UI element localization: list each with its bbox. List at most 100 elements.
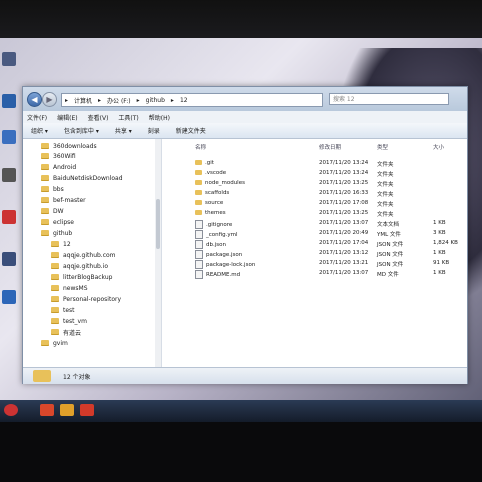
include-in-library-button[interactable]: 包含到库中 ▾ — [64, 126, 99, 135]
search-input[interactable]: 搜索 12 — [329, 93, 449, 105]
folder-icon — [41, 143, 49, 149]
monitor-bezel-bottom — [0, 422, 482, 482]
folder-icon: ▸ — [65, 96, 69, 104]
nav-item[interactable]: aqqje.github.io — [51, 261, 108, 271]
breadcrumb-github[interactable]: github — [143, 97, 168, 104]
column-header-type[interactable]: 类型 — [377, 143, 388, 153]
new-folder-button[interactable]: 新建文件夹 — [176, 126, 206, 135]
share-button[interactable]: 共享 ▾ — [115, 126, 132, 135]
folder-icon — [41, 197, 49, 203]
organize-button[interactable]: 组织 ▾ — [31, 126, 48, 135]
file-row[interactable]: scaffolds 2017/11/20 16:33 文件夹 — [163, 189, 453, 199]
folder-icon — [195, 200, 202, 205]
menu-tools[interactable]: 工具(T) — [118, 113, 138, 122]
address-bar[interactable]: ▸ 计算机 ▸ 办公 (F:) ▸ github ▸ 12 — [61, 93, 323, 107]
desktop-icon[interactable] — [2, 290, 16, 304]
nav-item[interactable]: Personal-repository — [51, 294, 121, 304]
folder-icon — [41, 164, 49, 170]
nav-item[interactable]: BaiduNetdiskDownload — [41, 173, 123, 183]
explorer-window: ◀ ▶ ▸ 计算机 ▸ 办公 (F:) ▸ github ▸ 12 搜索 12 文件(… — [22, 86, 468, 384]
file-icon — [195, 240, 203, 249]
desktop-icon[interactable] — [2, 130, 16, 144]
nav-item[interactable]: 360Wifi — [41, 151, 76, 161]
file-icon — [195, 250, 203, 259]
nav-item[interactable]: eclipse — [41, 217, 74, 227]
nav-item[interactable]: test_vm — [51, 316, 87, 326]
nav-item[interactable]: Android — [41, 162, 76, 172]
desktop-icon[interactable] — [2, 252, 16, 266]
start-button[interactable] — [4, 404, 18, 416]
file-row[interactable]: .gitignore 2017/11/20 13:07 文本文档 1 KB — [163, 219, 453, 229]
file-row[interactable]: node_modules 2017/11/20 13:25 文件夹 — [163, 179, 453, 189]
menu-help[interactable]: 帮助(H) — [149, 113, 170, 122]
taskbar-app-button[interactable] — [60, 404, 74, 416]
nav-item[interactable]: bef-master — [41, 195, 86, 205]
file-row[interactable]: .git 2017/11/20 13:24 文件夹 — [163, 159, 453, 169]
nav-item[interactable]: DW — [41, 206, 64, 216]
menu-view[interactable]: 查看(V) — [88, 113, 109, 122]
nav-item[interactable]: test — [51, 305, 75, 315]
column-header-name[interactable]: 名称 — [195, 143, 206, 153]
file-row[interactable]: _config.yml 2017/11/20 20:49 YML 文件 3 KB — [163, 229, 453, 239]
forward-button[interactable]: ▶ — [42, 92, 57, 107]
folder-icon — [51, 274, 59, 280]
command-bar: 组织 ▾ 包含到库中 ▾ 共享 ▾ 刻录 新建文件夹 — [23, 123, 467, 139]
file-row[interactable]: themes 2017/11/20 13:25 文件夹 — [163, 209, 453, 219]
navigation-pane: 360downloads 360Wifi Android BaiduNetdis… — [23, 139, 162, 367]
nav-item[interactable]: bbs — [41, 184, 64, 194]
menu-file[interactable]: 文件(F) — [27, 113, 47, 122]
file-row[interactable]: source 2017/11/20 17:08 文件夹 — [163, 199, 453, 209]
nav-item[interactable]: newsMS — [51, 283, 88, 293]
folder-icon — [195, 160, 202, 165]
desktop-icon[interactable] — [2, 210, 16, 224]
scrollbar-thumb[interactable] — [156, 199, 160, 249]
breadcrumb-drive[interactable]: 办公 (F:) — [104, 96, 134, 105]
nav-item[interactable]: litterBlogBackup — [51, 272, 112, 282]
folder-icon — [195, 170, 202, 175]
column-header-date[interactable]: 修改日期 — [319, 143, 341, 153]
title-bar: ◀ ▶ ▸ 计算机 ▸ 办公 (F:) ▸ github ▸ 12 搜索 12 — [23, 87, 467, 111]
nav-item[interactable]: 360downloads — [41, 141, 97, 151]
folder-icon — [195, 210, 202, 215]
nav-item[interactable]: aqqje.github.com — [51, 250, 116, 260]
breadcrumb-computer[interactable]: 计算机 — [71, 96, 95, 105]
folder-icon — [41, 153, 49, 159]
file-row[interactable]: README.md 2017/11/20 13:07 MD 文件 1 KB — [163, 269, 453, 279]
folder-icon — [51, 285, 59, 291]
status-bar: 12 个对象 — [23, 367, 467, 384]
burn-button[interactable]: 刻录 — [148, 126, 160, 135]
menu-bar: 文件(F) 编辑(E) 查看(V) 工具(T) 帮助(H) — [23, 111, 467, 123]
taskbar-app-button[interactable] — [80, 404, 94, 416]
desktop-icons — [0, 38, 20, 368]
nav-scrollbar[interactable] — [155, 139, 161, 367]
nav-item[interactable]: github — [41, 228, 72, 238]
folder-icon — [195, 190, 202, 195]
desktop-icon[interactable] — [2, 168, 16, 182]
taskbar-app-button[interactable] — [40, 404, 54, 416]
file-row[interactable]: .vscode 2017/11/20 13:24 文件夹 — [163, 169, 453, 179]
nav-item[interactable]: 12 — [51, 239, 71, 249]
nav-item[interactable]: 有道云 — [51, 327, 81, 337]
file-icon — [195, 230, 203, 239]
desktop-icon[interactable] — [2, 52, 16, 66]
folder-icon — [41, 230, 49, 236]
back-button[interactable]: ◀ — [27, 92, 42, 107]
file-row[interactable]: package-lock.json 2017/11/20 13:21 JSON 文件… — [163, 259, 453, 269]
folder-icon — [51, 252, 59, 258]
nav-item[interactable]: gvim — [41, 338, 68, 348]
column-header-size[interactable]: 大小 — [433, 143, 444, 153]
file-row[interactable]: package.json 2017/11/20 13:12 JSON 文件 1 KB — [163, 249, 453, 259]
folder-icon — [51, 307, 59, 313]
folder-icon — [51, 318, 59, 324]
folder-icon — [51, 263, 59, 269]
file-icon — [195, 220, 203, 229]
folder-icon — [51, 296, 59, 302]
breadcrumb-12[interactable]: 12 — [177, 97, 191, 104]
file-row[interactable]: db.json 2017/11/20 17:04 JSON 文件 1,824 KB — [163, 239, 458, 249]
desktop-icon[interactable] — [2, 94, 16, 108]
folder-icon — [41, 175, 49, 181]
folder-icon — [41, 340, 49, 346]
folder-icon — [51, 329, 59, 335]
menu-edit[interactable]: 编辑(E) — [57, 113, 77, 122]
item-count: 12 个对象 — [63, 374, 91, 381]
